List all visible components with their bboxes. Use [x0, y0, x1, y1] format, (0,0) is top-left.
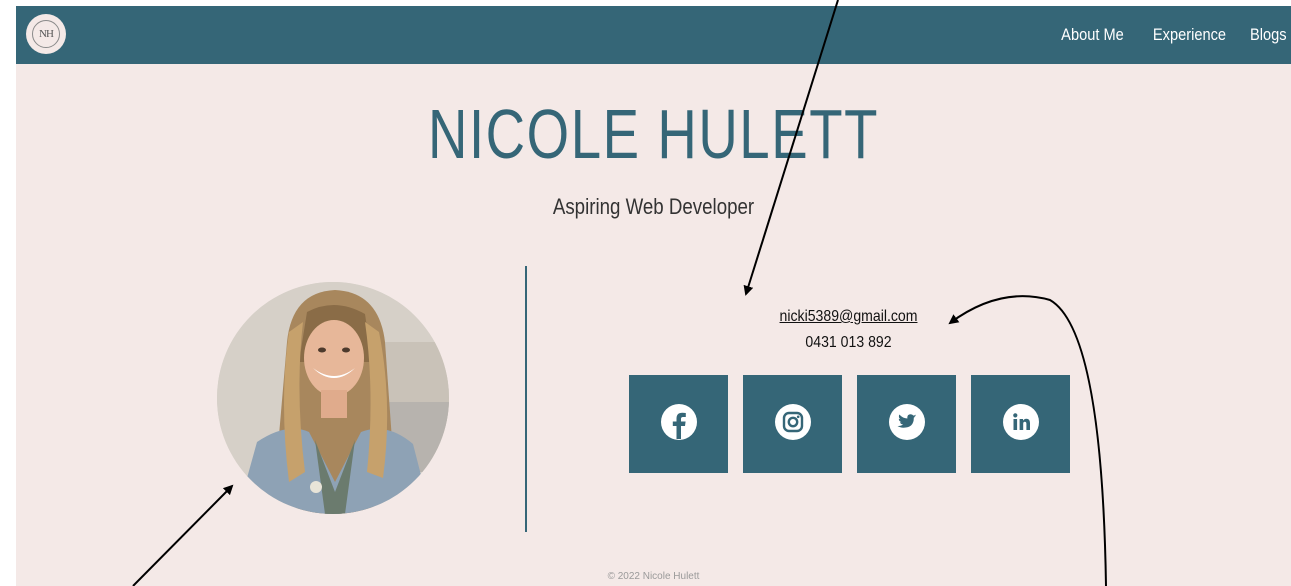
twitter-button[interactable] [857, 375, 956, 473]
profile-photo [217, 282, 449, 514]
email-link[interactable]: nicki5389@gmail.com [662, 308, 1036, 326]
linkedin-icon [1002, 403, 1040, 446]
page-title: NICOLE HULETT [427, 95, 880, 173]
facebook-button[interactable] [629, 375, 728, 473]
facebook-icon [660, 403, 698, 446]
twitter-icon [888, 403, 926, 446]
page-subtitle: Aspiring Web Developer [552, 194, 755, 219]
logo-monogram: NH [32, 20, 60, 48]
logo[interactable]: NH [26, 14, 66, 54]
nav-link-about-me[interactable]: About Me [1061, 25, 1124, 45]
contact-info: nicki5389@gmail.com 0431 013 892 [636, 308, 1061, 352]
instagram-icon [774, 403, 812, 446]
phone-number: 0431 013 892 [805, 334, 892, 351]
footer-copyright: © 2022 Nicole Hulett [607, 571, 700, 582]
nav-link-blogs[interactable]: Blogs [1250, 25, 1287, 45]
nav-link-experience[interactable]: Experience [1153, 25, 1226, 45]
page: NH About Me Experience Blogs NICOLE HULE… [16, 6, 1291, 586]
instagram-button[interactable] [743, 375, 842, 473]
nav-links: About Me Experience Blogs [1051, 6, 1287, 64]
social-links [629, 375, 1070, 473]
vertical-divider [525, 266, 527, 532]
navbar: NH About Me Experience Blogs [16, 6, 1291, 64]
linkedin-button[interactable] [971, 375, 1070, 473]
